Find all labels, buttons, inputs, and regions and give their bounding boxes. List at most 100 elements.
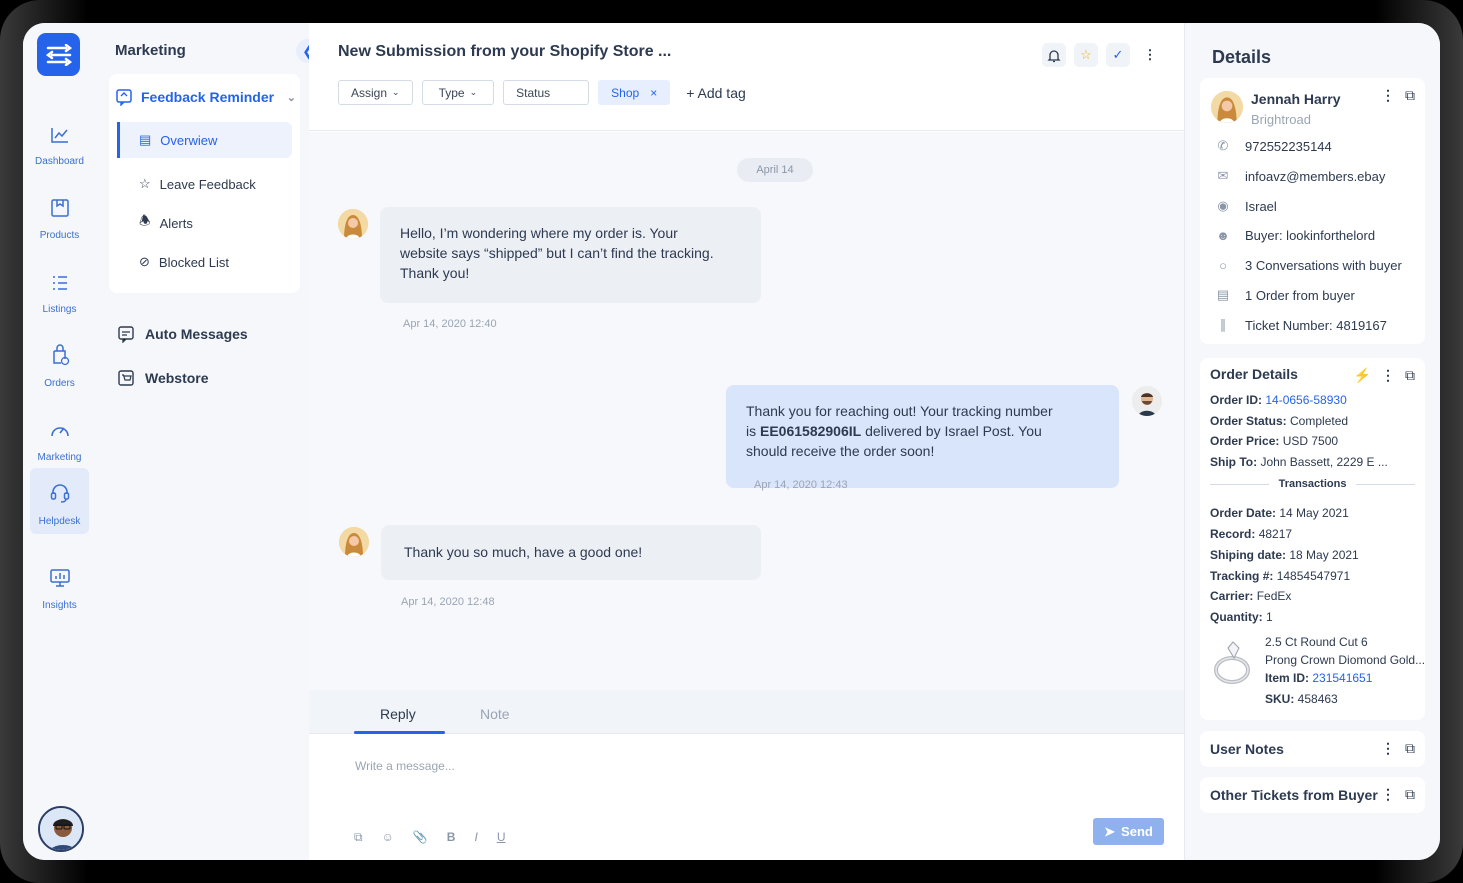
more-vertical-icon[interactable]: ⋮ — [1381, 87, 1395, 104]
add-tag-button[interactable]: + Add tag — [686, 85, 746, 101]
rail-item-dashboard[interactable]: Dashboard — [30, 108, 89, 174]
rail-item-marketing[interactable]: Marketing — [30, 404, 89, 470]
active-tab-indicator — [354, 731, 445, 734]
message-text: is — [746, 423, 760, 439]
more-vertical-icon[interactable]: ⋮ — [1138, 43, 1162, 67]
nav-link-auto-messages[interactable]: Auto Messages — [117, 323, 248, 345]
chat-bubble-icon: ○ — [1219, 258, 1227, 273]
package-icon: ▤ — [1216, 287, 1230, 302]
section-nav: Marketing ❮ Feedback Reminder ⌄ ▤ Overwi… — [101, 23, 320, 860]
other-tickets-card[interactable]: Other Tickets from Buyer ⋮ ⧉ — [1200, 777, 1425, 813]
rail-label-dashboard: Dashboard — [35, 156, 84, 167]
type-dropdown[interactable]: Type ⌄ — [421, 80, 495, 105]
status-dropdown[interactable]: Status — [503, 80, 590, 105]
user-avatar[interactable] — [38, 806, 84, 852]
contact-country-value: Israel — [1245, 198, 1277, 214]
order-details-card: Order Details ⚡ ⋮ ⧉ Order ID: 14-0656-58… — [1200, 358, 1425, 720]
date-divider: April 14 — [737, 158, 813, 182]
expand-icon[interactable]: ⧉ — [1405, 740, 1415, 757]
contact-card: Jennah Harry Brightroad ⋮ ⧉ ✆ 97255223514… — [1200, 78, 1425, 344]
nav-item-leave-feedback[interactable]: ☆ Leave Feedback — [117, 166, 292, 202]
rail-item-insights[interactable]: Insights — [30, 552, 89, 618]
contact-ticket-value: Ticket Number: 4819167 — [1245, 317, 1387, 333]
details-title: Details — [1212, 47, 1272, 67]
expand-icon[interactable]: ⧉ — [1405, 786, 1415, 803]
attachment-icon[interactable]: 📎 — [413, 830, 428, 845]
field-label: Quantity: — [1210, 610, 1266, 624]
expand-icon[interactable]: ⧉ — [1405, 87, 1415, 104]
order-id-link[interactable]: 14-0656-58930 — [1265, 393, 1346, 407]
item-sku: SKU: 458463 — [1265, 692, 1338, 706]
close-icon[interactable]: × — [650, 86, 657, 100]
rail-item-helpdesk[interactable]: Helpdesk — [30, 468, 89, 534]
lightning-icon[interactable]: ⚡ — [1354, 367, 1371, 384]
contact-conversations[interactable]: ○ 3 Conversations with buyer — [1215, 258, 1402, 273]
italic-button[interactable]: I — [474, 830, 477, 845]
nav-item-label: Leave Feedback — [159, 176, 256, 192]
field-label: Order ID: — [1210, 393, 1266, 407]
field-label: Shiping date: — [1210, 548, 1290, 562]
other-tickets-title: Other Tickets from Buyer — [1210, 787, 1378, 803]
bell-icon[interactable] — [1042, 43, 1066, 67]
contact-name: Jennah Harry — [1251, 91, 1341, 107]
order-quantity: Quantity: 1 — [1210, 610, 1273, 624]
message-line: Thank you so much, have a good one! — [404, 544, 643, 560]
ticket-subject: New Submission from your Shopify Store .… — [338, 43, 672, 60]
agent-avatar — [1132, 386, 1162, 416]
bold-button[interactable]: B — [447, 830, 456, 845]
underline-button[interactable]: U — [497, 830, 506, 845]
field-label: Record: — [1210, 527, 1259, 541]
rail-item-products[interactable]: Products — [30, 182, 89, 248]
item-id-link[interactable]: 231541651 — [1312, 671, 1372, 685]
order-id: Order ID: 14-0656-58930 — [1210, 393, 1347, 407]
rail-item-listings[interactable]: Listings — [30, 256, 89, 322]
nav-group-feedback-reminder[interactable]: Feedback Reminder ⌄ — [115, 86, 300, 108]
contact-avatar — [1211, 91, 1243, 123]
shop-tag[interactable]: Shop × — [598, 80, 671, 105]
order-tracking: Tracking #: 14854547971 — [1210, 569, 1350, 583]
more-vertical-icon[interactable]: ⋮ — [1381, 740, 1395, 757]
template-icon[interactable]: ⧉ — [354, 830, 363, 845]
star-icon[interactable]: ☆ — [1074, 43, 1098, 67]
tab-note[interactable]: Note — [480, 706, 510, 722]
assign-dropdown[interactable]: Assign ⌄ — [338, 80, 413, 105]
check-icon[interactable]: ✓ — [1106, 43, 1130, 67]
field-value: 14 May 2021 — [1279, 506, 1349, 520]
nav-link-webstore[interactable]: Webstore — [117, 367, 209, 389]
more-vertical-icon[interactable]: ⋮ — [1381, 367, 1395, 384]
box-icon — [50, 199, 69, 217]
cart-icon — [118, 370, 134, 386]
tag-label: Assign — [351, 85, 388, 100]
user-notes-card[interactable]: User Notes ⋮ ⧉ — [1200, 731, 1425, 767]
emoji-icon[interactable]: ☺ — [382, 830, 394, 845]
gauge-icon — [50, 427, 69, 437]
more-vertical-icon[interactable]: ⋮ — [1381, 786, 1395, 803]
field-label: Tracking #: — [1210, 569, 1277, 583]
nav-item-blocked-list[interactable]: ⊘ Blocked List — [117, 244, 292, 280]
tag-label: Status — [516, 85, 551, 100]
nav-link-label: Auto Messages — [145, 326, 248, 342]
contact-buyer-value: Buyer: lookinforthelord — [1245, 228, 1376, 243]
expand-icon[interactable]: ⧉ — [1405, 367, 1415, 384]
contact-phone: ✆ 972552235144 — [1215, 138, 1332, 154]
field-label: Ship To: — [1210, 455, 1261, 469]
contact-orders[interactable]: ▤ 1 Order from buyer — [1215, 287, 1355, 303]
tab-reply[interactable]: Reply — [380, 706, 416, 722]
overview-icon: ▤ — [139, 132, 152, 147]
nav-item-alerts[interactable]: 🕭 Alerts — [117, 205, 292, 241]
rail-item-orders[interactable]: Orders — [30, 330, 89, 396]
star-box-icon: ☆ — [139, 176, 151, 191]
chat-box-icon — [118, 326, 134, 343]
message-line: website says “shipped” but I can’t find … — [400, 245, 714, 261]
send-button[interactable]: ➤ Send — [1093, 818, 1164, 845]
chevron-down-icon: ⌄ — [286, 91, 296, 104]
contact-orders-value: 1 Order from buyer — [1245, 287, 1355, 303]
message-timestamp: Apr 14, 2020 12:43 — [754, 479, 848, 491]
nav-item-overview[interactable]: ▤ Overwiew — [117, 122, 292, 158]
order-actions: ⚡ ⋮ ⧉ — [1354, 367, 1415, 384]
transactions-label: Transactions — [1278, 478, 1347, 490]
item-title-line-1: 2.5 Ct Round Cut 6 — [1265, 635, 1368, 649]
message-input[interactable]: Write a message... — [355, 759, 455, 773]
tag-bar: Assign ⌄ Type ⌄ Status Shop × + Add tag — [338, 80, 746, 105]
app-logo[interactable] — [37, 33, 80, 76]
